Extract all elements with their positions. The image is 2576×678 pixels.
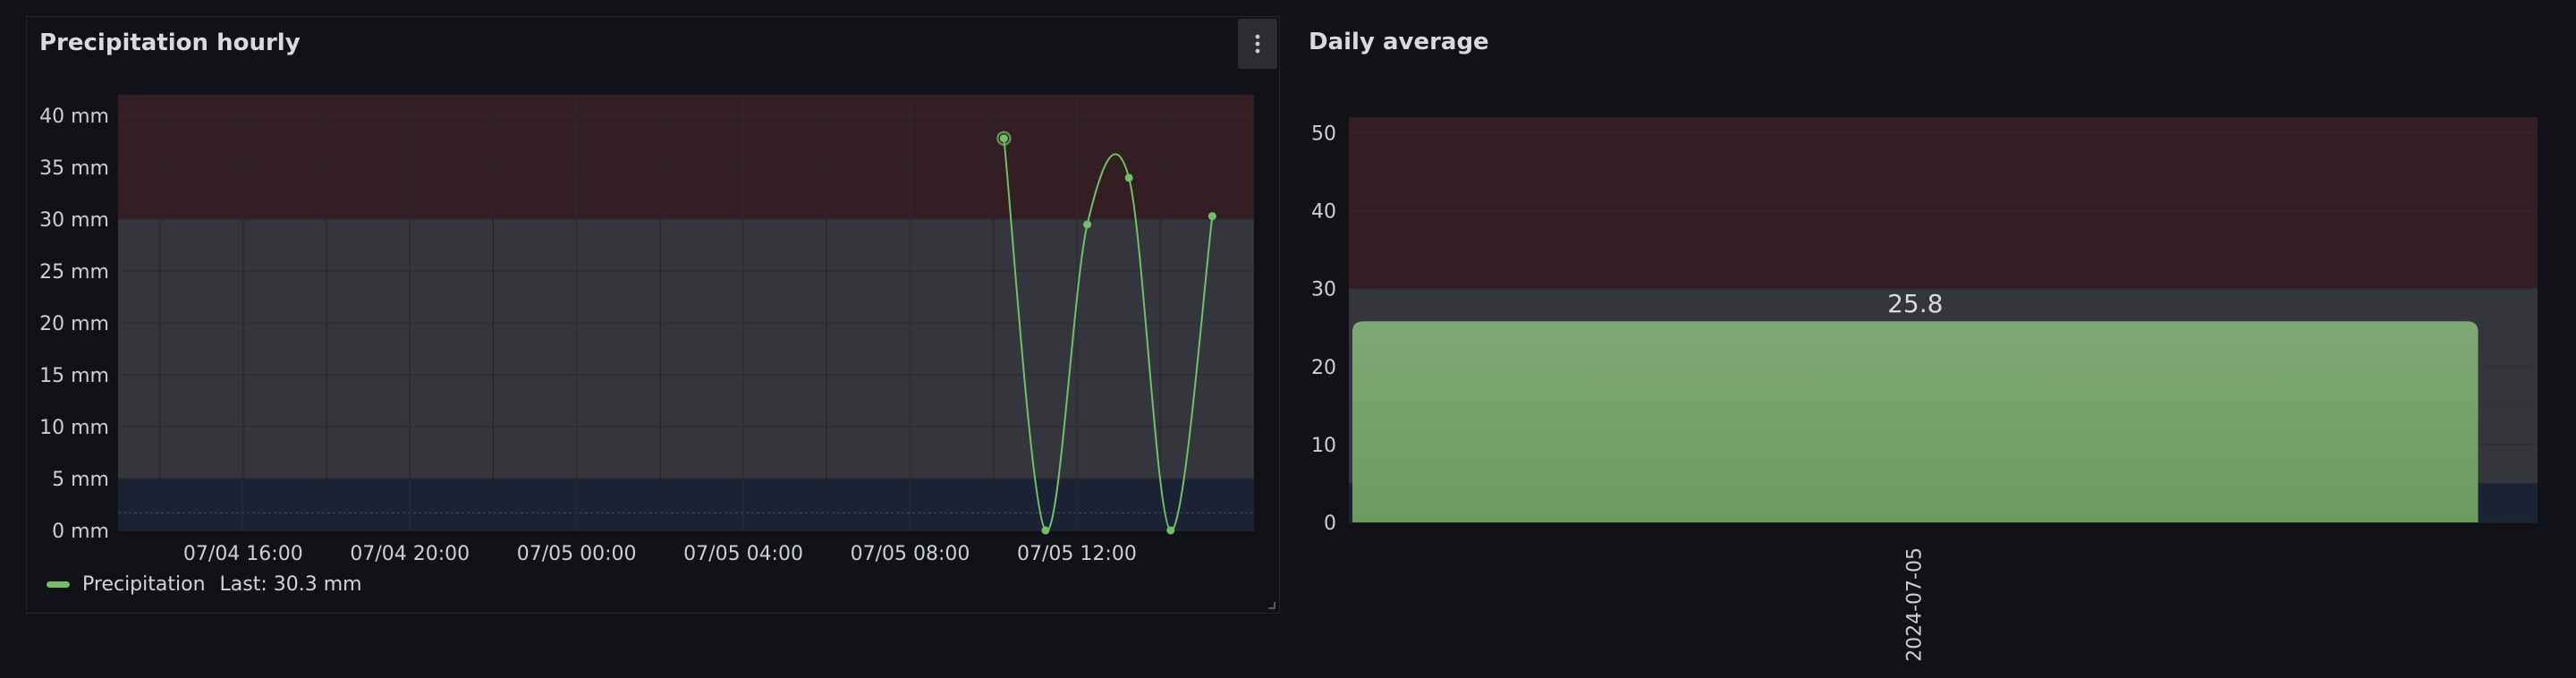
x-tick-label: 07/05 08:00 xyxy=(851,543,970,565)
x-tick-label: 07/05 04:00 xyxy=(683,543,803,565)
data-point xyxy=(999,134,1008,143)
bar-chart[interactable]: 0 10 20 30 40 50 25.8 2024-07-05 xyxy=(1291,16,2576,678)
bar-data-label: 25.8 xyxy=(1887,289,1943,318)
legend-last-value: Last: 30.3 mm xyxy=(219,573,362,596)
threshold-band xyxy=(118,479,1254,530)
y-tick-label: 5 mm xyxy=(52,469,109,491)
x-tick-label: 07/04 16:00 xyxy=(183,543,303,565)
data-point xyxy=(1208,212,1216,221)
x-tick-label: 07/05 12:00 xyxy=(1017,543,1137,565)
y-tick-label: 20 mm xyxy=(39,313,109,335)
legend-swatch xyxy=(47,581,70,588)
bar xyxy=(1352,321,2479,522)
legend-series-name: Precipitation xyxy=(82,573,206,596)
x-tick-label: 07/04 20:00 xyxy=(350,543,470,565)
y-tick-label: 0 mm xyxy=(52,521,109,543)
threshold-band xyxy=(118,95,1254,220)
y-tick-label: 50 xyxy=(1311,123,1336,145)
x-tick-label: 07/05 00:00 xyxy=(517,543,637,565)
y-tick-label: 30 mm xyxy=(39,209,109,232)
data-point xyxy=(1041,526,1050,535)
data-point xyxy=(1166,526,1175,535)
y-tick-label: 40 xyxy=(1311,201,1336,224)
y-tick-label: 35 mm xyxy=(39,157,109,180)
y-tick-label: 10 mm xyxy=(39,417,109,439)
panel-precipitation-hourly[interactable]: Precipitation hourly 0 mm 5 mm 10 mm 15 mm 2… xyxy=(26,16,1280,614)
y-tick-label: 25 mm xyxy=(39,261,109,284)
data-point xyxy=(1124,174,1133,182)
y-tick-label: 20 xyxy=(1311,357,1336,379)
x-tick-label: 2024-07-05 xyxy=(1903,547,1926,662)
chart-legend[interactable]: Precipitation Last: 30.3 mm xyxy=(47,573,362,596)
y-tick-label: 15 mm xyxy=(39,365,109,387)
line-chart[interactable]: 0 mm 5 mm 10 mm 15 mm 20 mm 25 mm 30 mm 35 mm 40… xyxy=(27,17,1279,613)
y-tick-label: 10 xyxy=(1311,435,1336,457)
threshold-band xyxy=(1349,117,2538,289)
threshold-band xyxy=(118,219,1254,479)
y-tick-label: 0 xyxy=(1324,513,1336,535)
y-tick-label: 40 mm xyxy=(39,106,109,128)
data-point xyxy=(1083,220,1092,229)
resize-handle-icon[interactable] xyxy=(1265,598,1275,609)
y-tick-label: 30 xyxy=(1311,279,1336,301)
panel-daily-average[interactable]: Daily average 0 10 20 30 40 50 25.8 2024-07-05 xyxy=(1291,16,2576,678)
dashboard: Precipitation hourly 0 mm 5 mm 10 mm 15 mm 2… xyxy=(0,0,2576,678)
